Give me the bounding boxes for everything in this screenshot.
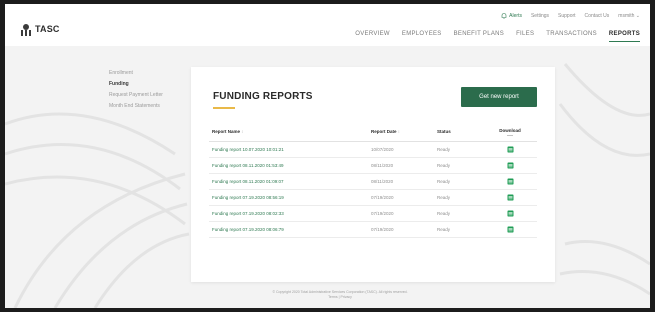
column-label-report-date: Report Date bbox=[371, 129, 397, 135]
table-row: Funding report 10.07.2020 10:01:21 10/07… bbox=[209, 141, 537, 158]
excel-file-icon[interactable] bbox=[507, 194, 514, 201]
report-date: 10/07/2020 bbox=[371, 141, 437, 158]
report-status: Ready bbox=[437, 189, 483, 206]
funding-reports-card: FUNDING REPORTS Get new report Report Na… bbox=[191, 67, 555, 282]
nav-employees[interactable]: EMPLOYEES bbox=[402, 31, 442, 37]
user-menu[interactable]: msmith ⌄ bbox=[618, 13, 640, 19]
report-name-link[interactable]: Funding report 07.19.2020 08:56:19 bbox=[209, 189, 371, 206]
get-new-report-button[interactable]: Get new report bbox=[461, 87, 537, 107]
sort-icon: ↕ bbox=[241, 129, 244, 135]
support-link[interactable]: Support bbox=[558, 13, 576, 19]
user-name: msmith bbox=[618, 13, 635, 19]
table-row: Funding report 07.19.2020 08:02:33 07/19… bbox=[209, 205, 537, 222]
utility-links: Alerts Settings Support Contact Us msmit… bbox=[501, 13, 640, 19]
nav-overview[interactable]: OVERVIEW bbox=[355, 31, 390, 37]
report-status: Ready bbox=[437, 141, 483, 158]
column-label-download: Download bbox=[499, 127, 521, 133]
table-row: Funding report 07.19.2020 08:56:19 07/19… bbox=[209, 189, 537, 206]
download-cell bbox=[483, 157, 537, 174]
page-title: FUNDING REPORTS bbox=[213, 91, 313, 102]
report-date: 07/19/2020 bbox=[371, 189, 437, 206]
nav-benefit-plans[interactable]: BENEFIT PLANS bbox=[454, 31, 504, 37]
excel-file-icon[interactable] bbox=[507, 162, 514, 169]
bell-icon bbox=[501, 13, 507, 19]
sidebar-item-request-payment-letter[interactable]: Request Payment Letter bbox=[109, 92, 163, 98]
column-header-report-date[interactable]: Report Date ↕ bbox=[371, 123, 437, 142]
title-underline bbox=[213, 107, 235, 109]
excel-file-icon[interactable] bbox=[507, 146, 514, 153]
column-header-report-name[interactable]: Report Name ↕ bbox=[209, 123, 371, 142]
app-window: TASC Alerts Settings Support Contact Us … bbox=[5, 4, 650, 308]
report-date: 07/19/2020 bbox=[371, 205, 437, 222]
nav-transactions[interactable]: TRANSACTIONS bbox=[546, 31, 597, 37]
column-header-status: Status bbox=[437, 123, 483, 142]
page-footer: © Copyright 2020 Total Administrative Se… bbox=[255, 290, 425, 300]
table-header-row: Report Name ↕ Report Date ↕ Status Downl… bbox=[209, 123, 537, 142]
column-header-download: Download bbox=[483, 123, 537, 142]
contact-us-link[interactable]: Contact Us bbox=[585, 13, 610, 19]
report-date: 08/11/2020 bbox=[371, 157, 437, 174]
report-date: 07/19/2020 bbox=[371, 221, 437, 238]
sort-icon: ↕ bbox=[397, 129, 401, 135]
report-name-link[interactable]: Funding report 08.11.2020 01:53:49 bbox=[209, 157, 371, 174]
alerts-link[interactable]: Alerts bbox=[501, 13, 522, 19]
report-status: Ready bbox=[437, 205, 483, 222]
sidebar-item-enrollment[interactable]: Enrollment bbox=[109, 70, 163, 76]
report-name-link[interactable]: Funding report 07.19.2020 08:06:79 bbox=[209, 221, 371, 238]
download-cell bbox=[483, 221, 537, 238]
main-nav: OVERVIEW EMPLOYEES BENEFIT PLANS FILES T… bbox=[355, 31, 641, 42]
sidebar-item-funding[interactable]: Funding bbox=[109, 81, 163, 87]
download-cell bbox=[483, 141, 537, 158]
footer-links[interactable]: Terms | Privacy bbox=[255, 295, 425, 300]
excel-file-icon[interactable] bbox=[507, 178, 514, 185]
report-date: 08/11/2020 bbox=[371, 173, 437, 190]
logo-text: TASC bbox=[35, 24, 60, 34]
table-row: Funding report 08.11.2020 01:53:49 08/11… bbox=[209, 157, 537, 174]
tasc-logo-icon bbox=[21, 24, 31, 36]
download-cell bbox=[483, 173, 537, 190]
nav-files[interactable]: FILES bbox=[516, 31, 534, 37]
alerts-label: Alerts bbox=[509, 13, 522, 19]
sidebar: Enrollment Funding Request Payment Lette… bbox=[109, 70, 163, 109]
column-label-report-name: Report Name bbox=[212, 129, 241, 135]
report-status: Ready bbox=[437, 173, 483, 190]
nav-reports[interactable]: REPORTS bbox=[608, 31, 641, 42]
top-header: TASC Alerts Settings Support Contact Us … bbox=[5, 4, 650, 46]
logo[interactable]: TASC bbox=[19, 22, 60, 36]
report-name-link[interactable]: Funding report 08.11.2020 01:09:07 bbox=[209, 173, 371, 190]
header-divider bbox=[507, 134, 513, 136]
report-status: Ready bbox=[437, 157, 483, 174]
table-row: Funding report 08.11.2020 01:09:07 08/11… bbox=[209, 173, 537, 190]
chevron-down-icon: ⌄ bbox=[635, 13, 640, 19]
settings-link[interactable]: Settings bbox=[531, 13, 549, 19]
download-cell bbox=[483, 189, 537, 206]
sidebar-item-month-end-statements[interactable]: Month End Statements bbox=[109, 103, 163, 109]
reports-table: Report Name ↕ Report Date ↕ Status Downl… bbox=[209, 123, 537, 238]
report-status: Ready bbox=[437, 221, 483, 238]
table-row: Funding report 07.19.2020 08:06:79 07/19… bbox=[209, 221, 537, 238]
excel-file-icon[interactable] bbox=[507, 210, 514, 217]
excel-file-icon[interactable] bbox=[507, 226, 514, 233]
download-cell bbox=[483, 205, 537, 222]
report-name-link[interactable]: Funding report 10.07.2020 10:01:21 bbox=[209, 141, 371, 158]
report-name-link[interactable]: Funding report 07.19.2020 08:02:33 bbox=[209, 205, 371, 222]
